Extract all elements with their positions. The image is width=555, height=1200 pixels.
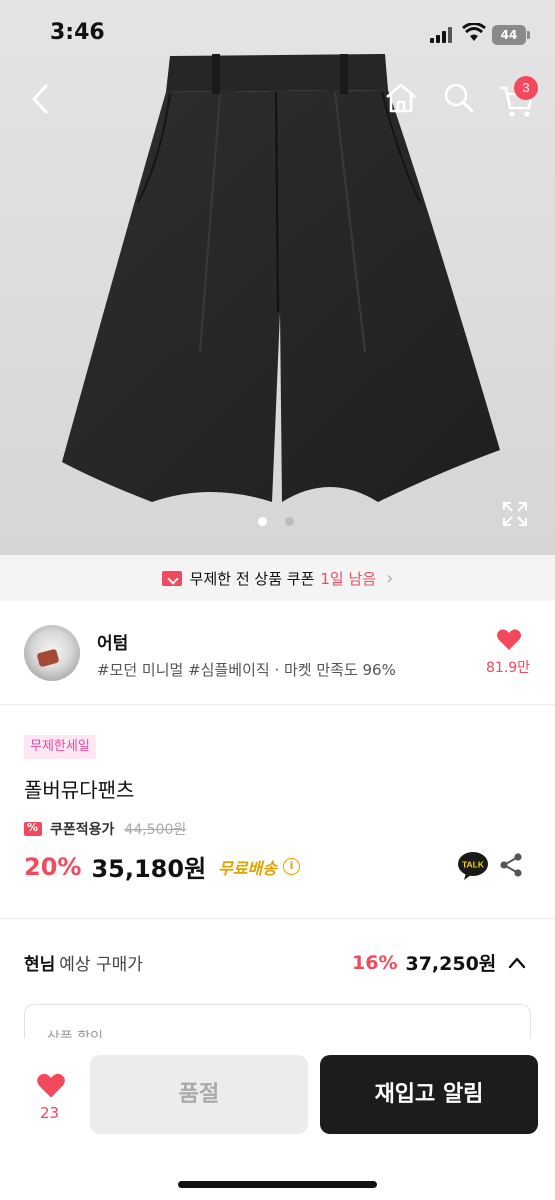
shop-like-heart-icon[interactable] xyxy=(496,628,522,652)
svg-text:TALK: TALK xyxy=(462,860,485,870)
shop-info-row[interactable]: 어텀 #모던 미니멀 #심플베이직 · 마켓 만족도 96% xyxy=(0,601,555,705)
wifi-icon xyxy=(462,23,486,41)
product-image-carousel[interactable]: 3:46 44 3 xyxy=(0,0,555,555)
shop-tags: #모던 미니멀 #심플베이직 · 마켓 만족도 96% xyxy=(97,661,396,679)
cart-count-badge: 3 xyxy=(514,76,538,100)
status-time: 3:46 xyxy=(50,20,105,45)
expected-price-value: 16% 37,250원 xyxy=(352,949,496,976)
expected-price-caption: 예상 구매가 xyxy=(59,955,143,975)
coupon-applied-price-row: 쿠폰적용가 44,500원 xyxy=(24,819,186,839)
search-icon[interactable] xyxy=(441,80,477,116)
battery-icon: 44 xyxy=(492,25,526,45)
coupon-banner[interactable]: 무제한 전 상품 쿠폰 1일 남음 › xyxy=(0,555,555,601)
coupon-banner-text: 무제한 전 상품 쿠폰 xyxy=(189,569,315,588)
sale-price: 35,180원 xyxy=(91,855,207,883)
share-icon[interactable] xyxy=(498,852,524,878)
wishlist-count: 23 xyxy=(40,1104,60,1122)
restock-alert-button[interactable]: 재입고 알림 xyxy=(320,1055,538,1134)
chevron-right-icon: › xyxy=(386,567,394,589)
coupon-banner-remaining: 1일 남음 xyxy=(320,569,377,588)
wishlist-heart-icon[interactable] xyxy=(36,1072,66,1100)
expected-discount-rate: 16% xyxy=(352,951,398,974)
shop-avatar[interactable] xyxy=(24,625,80,681)
expected-price-amount: 37,250원 xyxy=(405,953,497,975)
free-shipping-label: 무료배송 xyxy=(218,858,278,878)
back-icon[interactable] xyxy=(22,80,62,120)
fullscreen-expand-icon[interactable] xyxy=(502,501,528,527)
battery-tip xyxy=(527,31,530,39)
discount-rate: 20% xyxy=(24,852,82,881)
original-price: 44,500원 xyxy=(124,822,187,838)
carousel-dot-active xyxy=(258,517,267,526)
user-name: 현님 xyxy=(24,955,56,975)
coupon-applied-label: 쿠폰적용가 xyxy=(50,822,115,838)
section-divider xyxy=(0,918,555,919)
product-name: 폴버뮤다팬츠 xyxy=(24,778,135,802)
chevron-up-icon[interactable] xyxy=(506,952,528,974)
info-icon[interactable]: i xyxy=(283,858,301,875)
shop-like-count: 81.9만 xyxy=(486,660,531,676)
kakao-talk-icon[interactable]: TALK xyxy=(457,851,489,881)
coupon-download-icon xyxy=(161,570,182,586)
soldout-button[interactable]: 품절 xyxy=(90,1055,308,1134)
home-icon[interactable] xyxy=(383,80,419,116)
cellular-signal-icon xyxy=(430,27,456,43)
sale-badge: 무제한세일 xyxy=(24,735,96,759)
expected-price-label: 현님 예상 구매가 xyxy=(24,950,143,975)
status-bar: 3:46 44 xyxy=(0,0,555,70)
home-indicator xyxy=(178,1181,377,1188)
coupon-icon xyxy=(24,821,42,836)
product-image xyxy=(62,54,500,502)
price-row: 20% 35,180원 무료배송 i xyxy=(24,849,301,884)
carousel-dot xyxy=(285,517,294,526)
shop-name[interactable]: 어텀 xyxy=(97,629,128,654)
